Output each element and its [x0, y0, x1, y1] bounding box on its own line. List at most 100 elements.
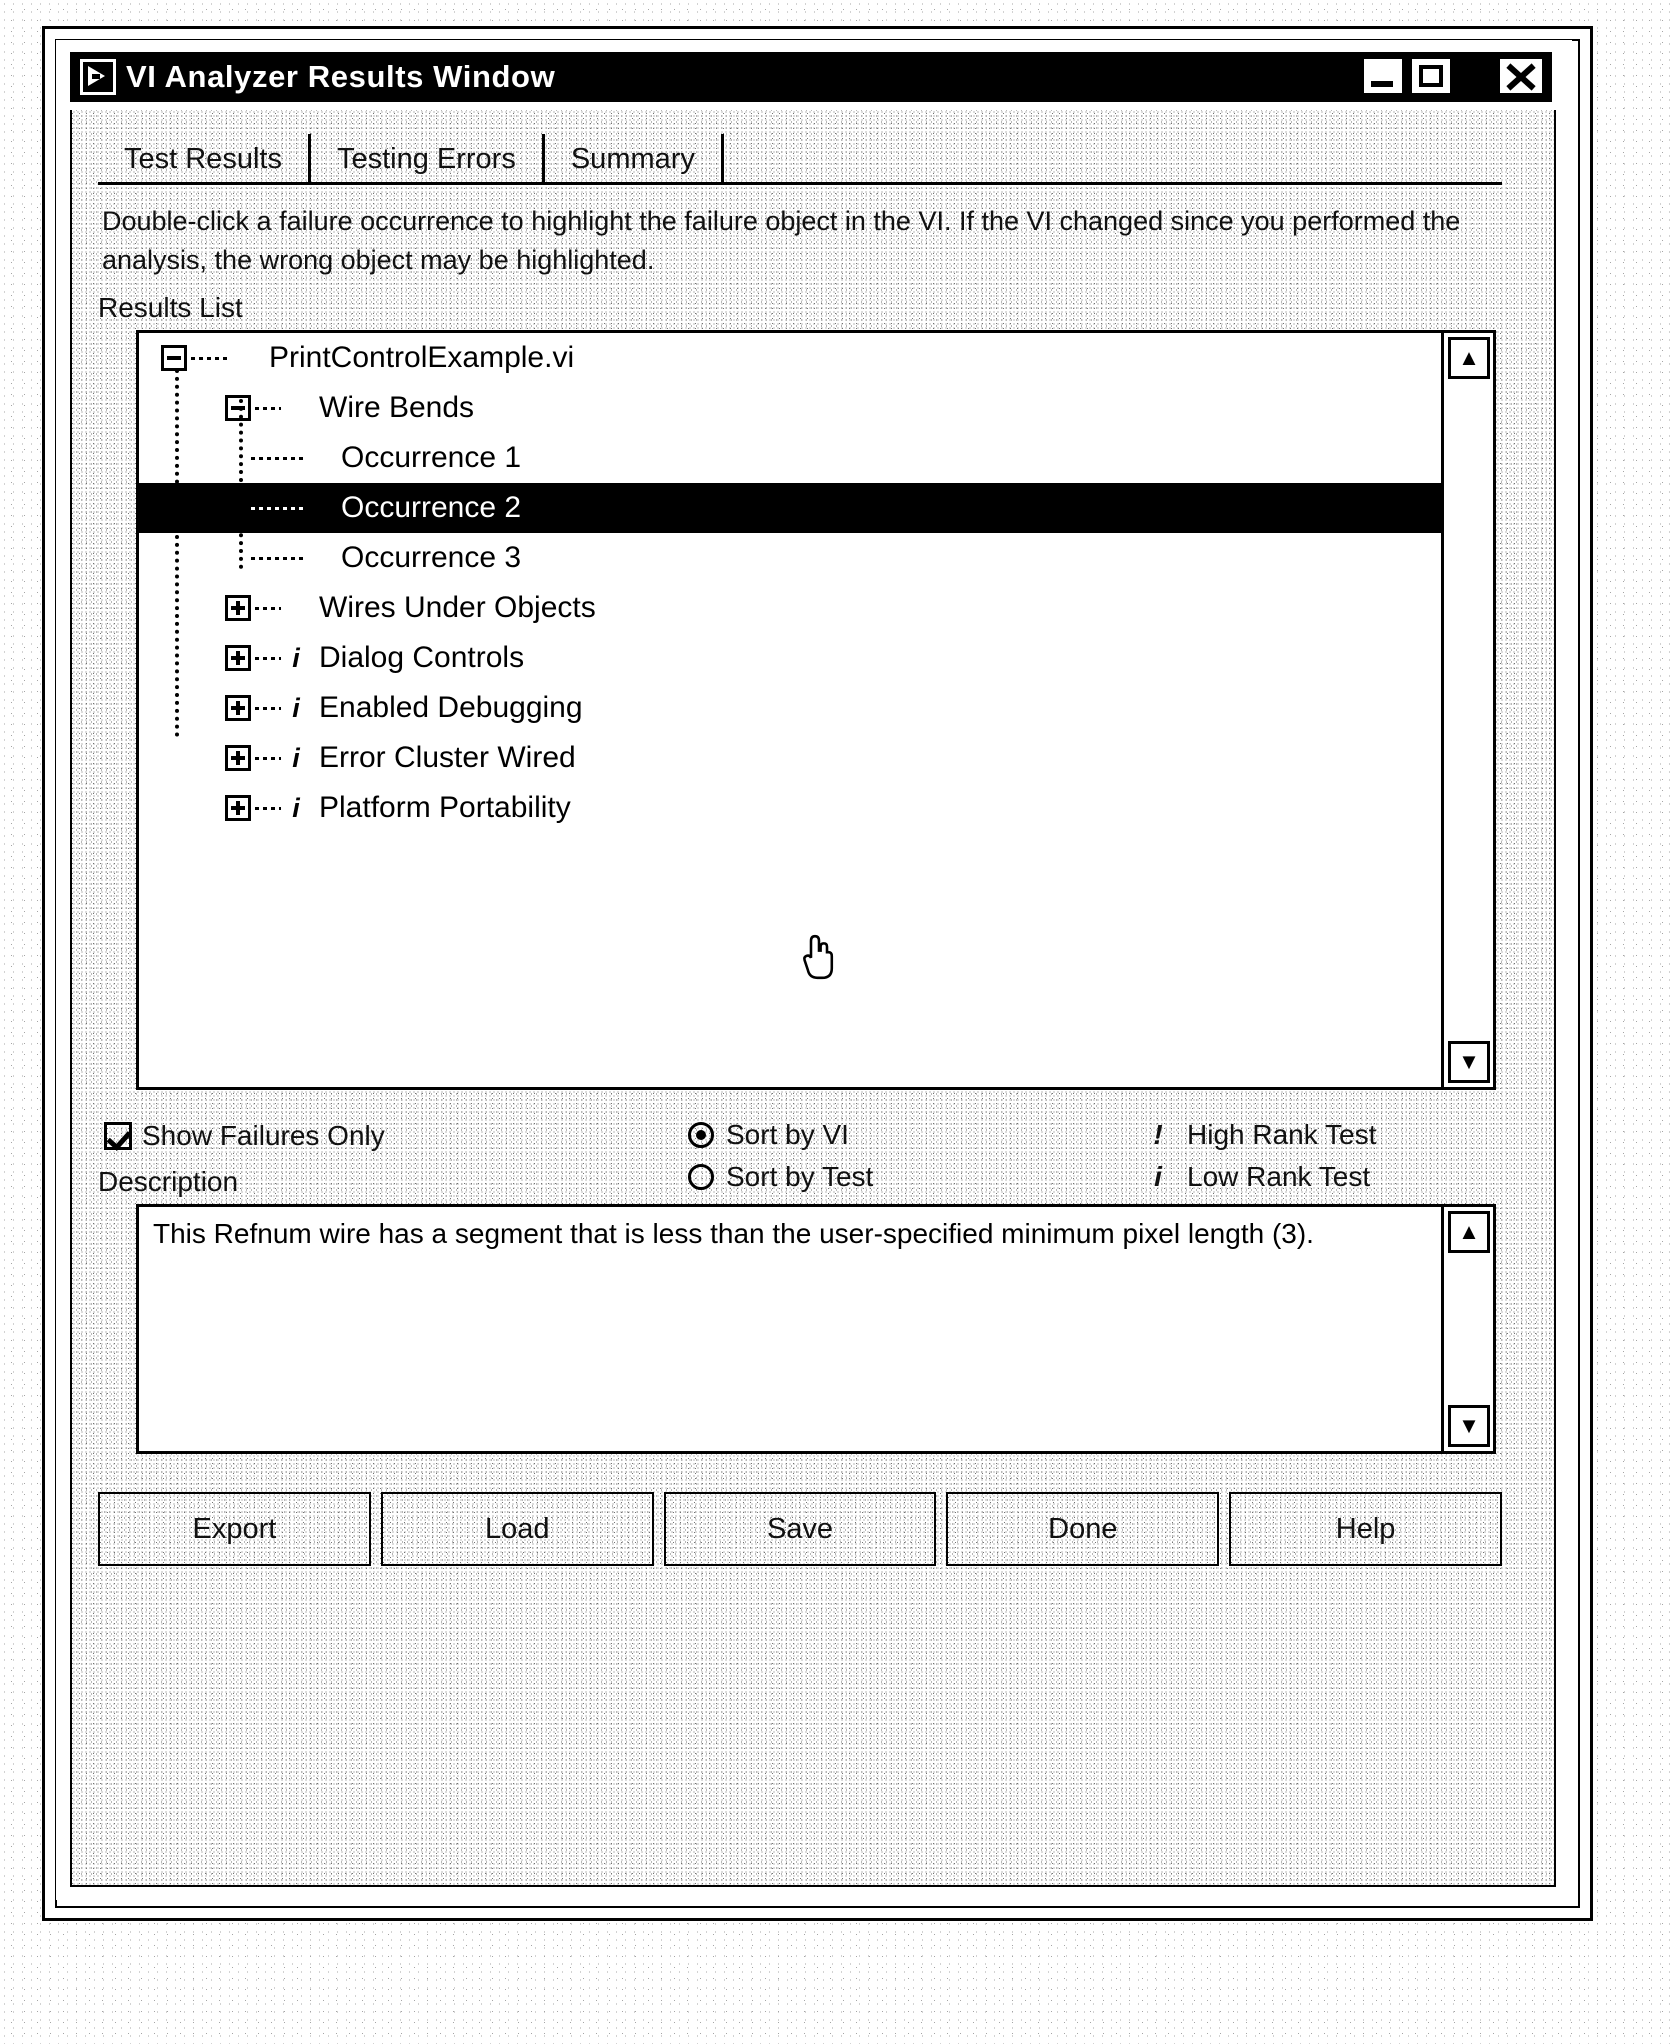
tree-dot-connector: [255, 606, 281, 610]
radio-unselected-icon[interactable]: [688, 1164, 714, 1190]
tab-strip: Test Results Testing Errors Summary: [98, 132, 724, 184]
high-rank-exclamation-icon: !: [1153, 1119, 1163, 1150]
expander-plus-icon[interactable]: [225, 795, 251, 821]
export-button[interactable]: Export: [98, 1492, 371, 1566]
done-button[interactable]: Done: [946, 1492, 1220, 1566]
vi-analyzer-results-window: VI Analyzer Results Window Test Results …: [56, 40, 1572, 1900]
scroll-down-arrow[interactable]: ▼: [1448, 1041, 1490, 1083]
tree-row[interactable]: PrintControlExample.vi: [139, 333, 1441, 383]
save-button-label: Save: [766, 1512, 834, 1545]
tab-underline: [98, 182, 1502, 185]
load-button-label: Load: [484, 1512, 550, 1545]
tree-dot-connector: [191, 356, 231, 360]
minimize-button[interactable]: [1362, 57, 1404, 95]
tree-row-label: Dialog Controls: [319, 641, 525, 674]
low-rank-info-icon: i: [1154, 1161, 1162, 1192]
done-button-label: Done: [1048, 1512, 1118, 1545]
tree-row-label: Wire Bends: [319, 391, 475, 424]
low-rank-info-icon: i: [292, 642, 300, 673]
expander-plus-icon[interactable]: [225, 745, 251, 771]
options-row: Show Failures Only Sort by VI Sort by Te…: [98, 1110, 1498, 1192]
tree-row-label: Wires Under Objects: [319, 591, 596, 624]
checkbox-checked-icon[interactable]: [104, 1122, 132, 1150]
tree-row-label: Enabled Debugging: [319, 691, 583, 724]
results-list-label: Results List: [98, 292, 243, 323]
radio-selected-icon[interactable]: [688, 1122, 714, 1148]
export-button-label: Export: [192, 1512, 277, 1545]
tree-dot-connector: [255, 406, 281, 410]
tree-row[interactable]: i Platform Portability: [139, 783, 1441, 833]
expander-plus-icon[interactable]: [225, 695, 251, 721]
tree-row-label: Occurrence 3: [341, 541, 522, 574]
tab-label: Summary: [570, 142, 695, 175]
load-button[interactable]: Load: [380, 1492, 654, 1566]
close-button[interactable]: [1498, 57, 1544, 95]
results-tree-rows: PrintControlExample.vi Wire Bends Occurr…: [139, 333, 1441, 1087]
show-failures-only-label: Show Failures Only: [142, 1120, 385, 1151]
rank-legend: ! High Rank Test i Low Rank Test: [1143, 1114, 1376, 1198]
show-failures-only-checkbox[interactable]: Show Failures Only: [104, 1120, 385, 1152]
description-box[interactable]: This Refnum wire has a segment that is l…: [136, 1204, 1496, 1454]
expander-plus-icon[interactable]: [225, 595, 251, 621]
scroll-up-arrow[interactable]: ▲: [1448, 337, 1490, 379]
help-button-label: Help: [1335, 1512, 1396, 1545]
tab-summary[interactable]: Summary: [545, 134, 724, 184]
pointing-hand-cursor: [803, 934, 834, 980]
button-bar: Export Load Save Done Help: [98, 1492, 1502, 1566]
sort-by-test-label: Sort by Test: [726, 1161, 874, 1192]
tree-row-label: Platform Portability: [319, 791, 571, 824]
expander-minus-icon[interactable]: [161, 345, 187, 371]
scroll-down-arrow[interactable]: ▼: [1448, 1405, 1490, 1447]
tab-label: Testing Errors: [336, 142, 516, 175]
tab-label: Test Results: [124, 142, 282, 175]
description-label: Description: [98, 1166, 239, 1197]
title-bar: VI Analyzer Results Window: [70, 52, 1552, 102]
sort-radio-group: Sort by VI Sort by Test: [688, 1114, 873, 1198]
tree-row-label: Occurrence 1: [341, 441, 522, 474]
sort-by-vi-radio[interactable]: Sort by VI: [688, 1114, 873, 1156]
tab-test-results[interactable]: Test Results: [98, 134, 311, 184]
tree-row[interactable]: Wires Under Objects: [139, 583, 1441, 633]
maximize-button[interactable]: [1410, 57, 1452, 95]
save-button[interactable]: Save: [663, 1492, 937, 1566]
low-rank-legend-item: i Low Rank Test: [1143, 1156, 1376, 1198]
tree-row-label: Error Cluster Wired: [319, 741, 576, 774]
high-rank-label: High Rank Test: [1187, 1119, 1377, 1150]
description-text: This Refnum wire has a segment that is l…: [153, 1218, 1314, 1249]
tree-dot-connector: [251, 456, 303, 460]
tree-dot-connector: [251, 556, 303, 560]
sort-by-vi-label: Sort by VI: [726, 1119, 849, 1150]
description-scrollbar[interactable]: ▲ ▼: [1441, 1207, 1493, 1451]
tree-row[interactable]: Wire Bends: [139, 383, 1441, 433]
low-rank-label: Low Rank Test: [1187, 1161, 1371, 1192]
tree-row-selected[interactable]: Occurrence 2: [139, 483, 1441, 533]
tree-dot-connector: [255, 806, 281, 810]
instruction-text: Double-click a failure occurrence to hig…: [102, 206, 1461, 276]
tree-row[interactable]: Occurrence 3: [139, 533, 1441, 583]
help-button[interactable]: Help: [1229, 1492, 1502, 1566]
window-title: VI Analyzer Results Window: [126, 59, 556, 94]
results-list-scrollbar[interactable]: ▲ ▼: [1441, 333, 1493, 1087]
results-list-tree[interactable]: PrintControlExample.vi Wire Bends Occurr…: [136, 330, 1496, 1090]
tab-testing-errors[interactable]: Testing Errors: [311, 134, 545, 184]
scroll-up-arrow[interactable]: ▲: [1448, 1211, 1490, 1253]
tree-dot-connector: [255, 706, 281, 710]
expander-minus-icon[interactable]: [225, 395, 251, 421]
tree-row[interactable]: i Enabled Debugging: [139, 683, 1441, 733]
vi-analyzer-icon: [80, 59, 116, 95]
tree-dot-connector: [255, 756, 281, 760]
tree-row[interactable]: Occurrence 1: [139, 433, 1441, 483]
high-rank-legend-item: ! High Rank Test: [1143, 1114, 1376, 1156]
tree-dot-connector: [251, 506, 303, 510]
tree-dot-connector: [255, 656, 281, 660]
tree-row-label: Occurrence 2: [341, 491, 522, 524]
low-rank-info-icon: i: [292, 742, 300, 773]
low-rank-info-icon: i: [292, 692, 300, 723]
window-client-area: Test Results Testing Errors Summary Doub…: [70, 110, 1556, 1887]
expander-plus-icon[interactable]: [225, 645, 251, 671]
tree-row-label: PrintControlExample.vi: [269, 341, 575, 374]
tree-row[interactable]: i Error Cluster Wired: [139, 733, 1441, 783]
low-rank-info-icon: i: [292, 792, 300, 823]
tree-row[interactable]: i Dialog Controls: [139, 633, 1441, 683]
sort-by-test-radio[interactable]: Sort by Test: [688, 1156, 873, 1198]
